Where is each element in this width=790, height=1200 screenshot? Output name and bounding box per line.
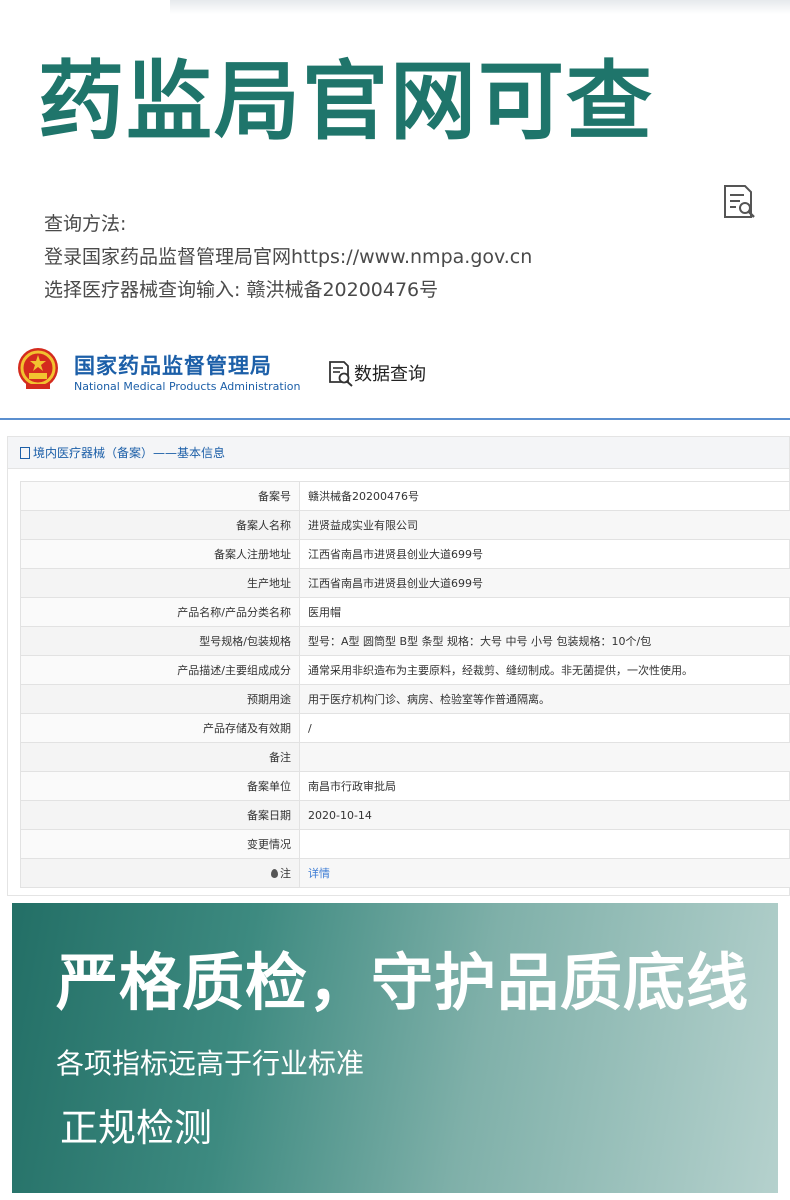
table-row: 备案人注册地址 江西省南昌市进贤县创业大道699号	[20, 539, 790, 569]
field-label: 生产地址	[20, 568, 300, 598]
table-row: 产品描述/主要组成成分 通常采用非织造布为主要原料，经裁剪、缝纫制成。非无菌提供，…	[20, 655, 790, 685]
document-search-icon	[724, 185, 755, 218]
table-row: 生产地址 江西省南昌市进贤县创业大道699号	[20, 568, 790, 598]
record-panel: 境内医疗器械（备案）——基本信息 备案号 赣洪械备20200476号 备案人名称 进贤…	[7, 436, 790, 896]
panel-header: 境内医疗器械（备案）——基本信息	[8, 437, 789, 469]
field-value: 用于医疗机构门诊、病房、检验室等作普通隔离。	[299, 684, 790, 714]
table-row: 备注	[20, 742, 790, 772]
field-label: 产品描述/主要组成成分	[20, 655, 300, 685]
document-icon	[20, 447, 30, 459]
pin-icon	[271, 869, 278, 878]
table-row: 产品名称/产品分类名称 医用帽	[20, 597, 790, 627]
table-row: 备案人名称 进贤益成实业有限公司	[20, 510, 790, 540]
field-value: 型号：A型 圆筒型 B型 条型 规格：大号 中号 小号 包装规格：10个/包	[299, 626, 790, 656]
banner-tag: 正规检测	[60, 1106, 213, 1150]
details-link[interactable]: 详情	[308, 867, 330, 880]
org-name-en: National Medical Products Administration	[74, 380, 301, 393]
field-value: 通常采用非织造布为主要原料，经裁剪、缝纫制成。非无菌提供，一次性使用。	[299, 655, 790, 685]
field-label: 预期用途	[20, 684, 300, 714]
field-value: 江西省南昌市进贤县创业大道699号	[299, 539, 790, 569]
field-label: 产品名称/产品分类名称	[20, 597, 300, 627]
query-method: 查询方法: 登录国家药品监督管理局官网https://www.nmpa.gov.…	[44, 208, 532, 307]
hero-title: 药监局官网可查	[38, 52, 654, 152]
table-row: 备案单位 南昌市行政审批局	[20, 771, 790, 801]
table-row: 变更情况	[20, 829, 790, 859]
field-label: 备案号	[20, 481, 300, 511]
org-name-cn[interactable]: 国家药品监督管理局	[74, 350, 272, 380]
field-label: 备案日期	[20, 800, 300, 830]
banner-subtitle: 各项指标远高于行业标准	[56, 1047, 365, 1080]
note-label-cell: 注	[20, 858, 300, 888]
method-heading: 查询方法:	[44, 213, 127, 235]
data-query-icon[interactable]	[327, 360, 355, 388]
field-label: 备注	[20, 742, 300, 772]
banner-title: 严格质检，守护品质底线	[56, 946, 750, 1019]
note-value-cell: 详情	[299, 858, 790, 888]
field-label: 型号规格/包装规格	[20, 626, 300, 656]
table-row: 预期用途 用于医疗机构门诊、病房、检验室等作普通隔离。	[20, 684, 790, 714]
field-label: 备案人名称	[20, 510, 300, 540]
field-value: 南昌市行政审批局	[299, 771, 790, 801]
field-value: /	[299, 713, 790, 743]
field-value: 进贤益成实业有限公司	[299, 510, 790, 540]
method-line-website: 登录国家药品监督管理局官网https://www.nmpa.gov.cn	[44, 246, 533, 268]
table-row: 注 详情	[20, 858, 790, 888]
field-value	[299, 829, 790, 859]
field-value: 医用帽	[299, 597, 790, 627]
field-value: 江西省南昌市进贤县创业大道699号	[299, 568, 790, 598]
note-label: 注	[280, 867, 291, 880]
promo-banner: 严格质检，守护品质底线 各项指标远高于行业标准 正规检测	[12, 903, 778, 1193]
record-table: 备案号 赣洪械备20200476号 备案人名称 进贤益成实业有限公司 备案人注册地址 江西…	[20, 481, 790, 888]
method-line-input: 选择医疗器械查询输入: 赣洪械备20200476号	[44, 279, 439, 301]
field-value	[299, 742, 790, 772]
table-row: 产品存储及有效期 /	[20, 713, 790, 743]
site-header: 国家药品监督管理局 National Medical Products Admi…	[0, 330, 790, 422]
field-value: 赣洪械备20200476号	[299, 481, 790, 511]
header-divider	[0, 418, 790, 420]
field-label: 备案人注册地址	[20, 539, 300, 569]
top-shadow	[170, 0, 790, 14]
field-label: 产品存储及有效期	[20, 713, 300, 743]
table-row: 备案日期 2020-10-14	[20, 800, 790, 830]
table-row: 备案号 赣洪械备20200476号	[20, 481, 790, 511]
field-value: 2020-10-14	[299, 800, 790, 830]
field-label: 变更情况	[20, 829, 300, 859]
field-label: 备案单位	[20, 771, 300, 801]
table-row: 型号规格/包装规格 型号：A型 圆筒型 B型 条型 规格：大号 中号 小号 包装规…	[20, 626, 790, 656]
national-emblem-icon	[18, 348, 58, 389]
data-query-link[interactable]: 数据查询	[354, 360, 426, 386]
panel-title: 境内医疗器械（备案）——基本信息	[33, 446, 226, 460]
